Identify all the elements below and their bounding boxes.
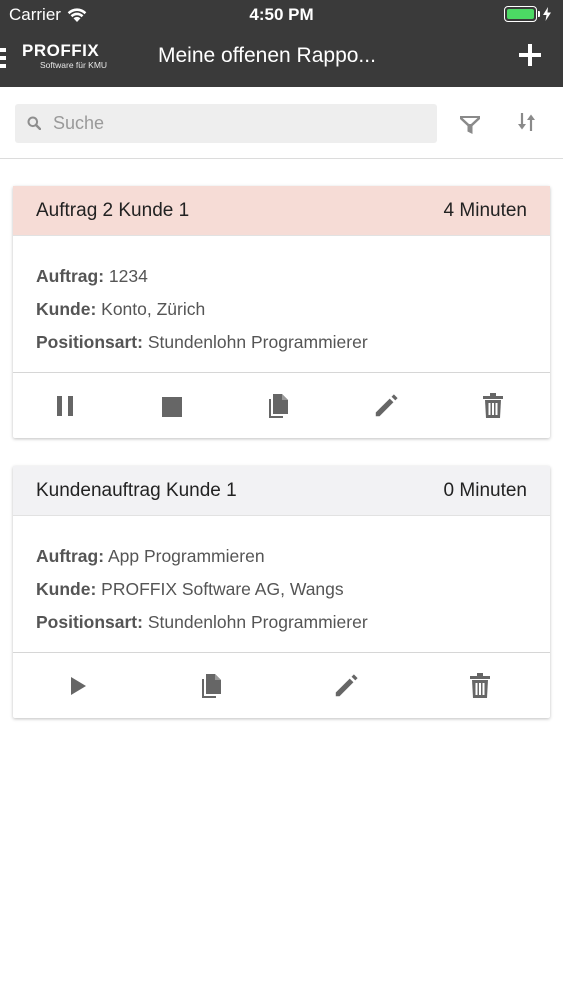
detail-value: App Programmieren bbox=[107, 546, 265, 566]
battery-icon bbox=[504, 6, 551, 22]
pause-icon bbox=[57, 396, 73, 416]
card-header[interactable]: Auftrag 2 Kunde 1 4 Minuten bbox=[13, 186, 550, 236]
navigation-bar: PROFFIX Software für KMU Meine offenen R… bbox=[0, 30, 563, 87]
search-input[interactable] bbox=[53, 104, 423, 143]
card-header[interactable]: Kundenauftrag Kunde 1 0 Minuten bbox=[13, 466, 550, 516]
detail-value: Konto, Zürich bbox=[101, 299, 206, 319]
delete-icon bbox=[470, 673, 490, 698]
top-bar: Carrier 4:50 PM PROFFIX Software für KMU… bbox=[0, 0, 563, 87]
card-details: Auftrag: 1234 Kunde: Konto, Zürich Posit… bbox=[13, 236, 550, 373]
card-duration: 4 Minuten bbox=[443, 199, 527, 221]
charging-icon bbox=[543, 7, 551, 21]
edit-button[interactable] bbox=[333, 672, 359, 700]
copy-button[interactable] bbox=[266, 392, 292, 420]
search-toolbar bbox=[0, 87, 563, 159]
report-card[interactable]: Kundenauftrag Kunde 1 0 Minuten Auftrag:… bbox=[13, 466, 550, 718]
play-icon bbox=[71, 677, 86, 695]
copy-icon bbox=[269, 394, 288, 418]
delete-button[interactable] bbox=[467, 672, 493, 700]
detail-label: Kunde: bbox=[36, 299, 97, 319]
edit-icon bbox=[335, 674, 358, 697]
detail-value: Stundenlohn Programmierer bbox=[147, 332, 368, 352]
detail-row-auftrag: Auftrag: App Programmieren bbox=[36, 540, 527, 573]
detail-row-positionsart: Positionsart: Stundenlohn Programmierer bbox=[36, 326, 527, 359]
detail-row-positionsart: Positionsart: Stundenlohn Programmierer bbox=[36, 606, 527, 639]
stop-button[interactable] bbox=[159, 392, 185, 420]
edit-icon bbox=[375, 394, 398, 417]
detail-value: Stundenlohn Programmierer bbox=[147, 612, 368, 632]
card-title: Kundenauftrag Kunde 1 bbox=[36, 479, 237, 501]
copy-icon bbox=[202, 674, 221, 698]
detail-value: PROFFIX Software AG, Wangs bbox=[101, 579, 344, 599]
logo-main: PROFFIX bbox=[22, 41, 100, 60]
card-actions bbox=[13, 373, 550, 438]
card-details: Auftrag: App Programmieren Kunde: PROFFI… bbox=[13, 516, 550, 653]
card-actions bbox=[13, 653, 550, 718]
sort-icon[interactable] bbox=[516, 111, 538, 133]
play-button[interactable] bbox=[65, 672, 91, 700]
add-icon[interactable] bbox=[517, 42, 543, 68]
detail-label: Positionsart: bbox=[36, 332, 143, 352]
edit-button[interactable] bbox=[373, 392, 399, 420]
detail-row-kunde: Kunde: PROFFIX Software AG, Wangs bbox=[36, 573, 527, 606]
status-time: 4:50 PM bbox=[249, 5, 314, 24]
filter-icon[interactable] bbox=[459, 114, 481, 136]
detail-label: Kunde: bbox=[36, 579, 97, 599]
report-card[interactable]: Auftrag 2 Kunde 1 4 Minuten Auftrag: 123… bbox=[13, 186, 550, 438]
pause-button[interactable] bbox=[52, 392, 78, 420]
stop-icon bbox=[162, 397, 182, 417]
detail-label: Auftrag: bbox=[36, 266, 105, 286]
delete-button[interactable] bbox=[480, 392, 506, 420]
detail-label: Auftrag: bbox=[36, 546, 105, 566]
search-box[interactable] bbox=[15, 104, 437, 143]
detail-label: Positionsart: bbox=[36, 612, 143, 632]
search-icon bbox=[27, 116, 41, 130]
delete-icon bbox=[483, 393, 503, 418]
card-title: Auftrag 2 Kunde 1 bbox=[36, 199, 190, 221]
logo-sub: Software für KMU bbox=[40, 60, 108, 70]
card-duration: 0 Minuten bbox=[443, 479, 527, 501]
menu-icon[interactable] bbox=[0, 48, 6, 68]
detail-value: 1234 bbox=[108, 266, 148, 286]
detail-row-kunde: Kunde: Konto, Zürich bbox=[36, 293, 527, 326]
page-title: Meine offenen Rappo... bbox=[158, 44, 376, 67]
proffix-logo: PROFFIX Software für KMU bbox=[22, 41, 108, 71]
detail-row-auftrag: Auftrag: 1234 bbox=[36, 260, 527, 293]
status-bar: Carrier 4:50 PM bbox=[0, 0, 563, 30]
copy-button[interactable] bbox=[199, 672, 225, 700]
